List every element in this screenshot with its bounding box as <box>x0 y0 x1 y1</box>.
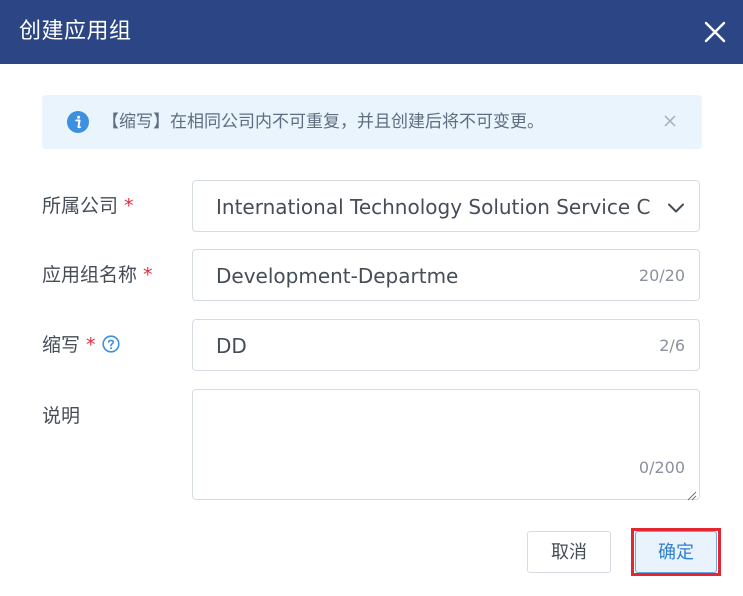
required-mark: * <box>124 195 134 217</box>
company-select[interactable]: International Technology Solution Servic… <box>192 180 700 232</box>
abbreviation-value: DD <box>216 334 247 358</box>
resize-handle-icon[interactable] <box>686 486 697 501</box>
alert-message: 【缩写】在相同公司内不可重复，并且创建后将不可变更。 <box>102 112 544 132</box>
group-name-label: 应用组名称 * <box>42 264 153 286</box>
required-mark: * <box>86 334 96 356</box>
confirm-button[interactable]: 确定 <box>635 531 717 573</box>
info-icon <box>67 111 89 133</box>
company-select-value: International Technology Solution Servic… <box>216 195 651 219</box>
cancel-button[interactable]: 取消 <box>527 531 611 573</box>
close-icon[interactable] <box>662 113 678 129</box>
group-name-value: Development-Departme <box>216 264 459 288</box>
abbreviation-label: 缩写 * <box>42 332 120 358</box>
info-alert: 【缩写】在相同公司内不可重复，并且创建后将不可变更。 <box>42 95 702 149</box>
description-textarea[interactable]: 0/200 <box>192 389 700 501</box>
abbreviation-counter: 2/6 <box>659 336 685 355</box>
question-circle-icon[interactable] <box>101 334 120 353</box>
company-label: 所属公司 * <box>42 195 134 217</box>
dialog-header: 创建应用组 <box>0 0 743 64</box>
group-name-input[interactable]: Development-Departme 20/20 <box>192 249 700 301</box>
description-label: 说明 <box>42 405 81 427</box>
chevron-down-icon[interactable] <box>667 200 685 214</box>
description-counter: 0/200 <box>638 458 685 477</box>
group-name-counter: 20/20 <box>638 266 685 285</box>
close-icon[interactable] <box>700 17 730 47</box>
abbreviation-input[interactable]: DD 2/6 <box>192 319 700 371</box>
required-mark: * <box>143 264 153 286</box>
dialog-title: 创建应用组 <box>19 19 132 44</box>
